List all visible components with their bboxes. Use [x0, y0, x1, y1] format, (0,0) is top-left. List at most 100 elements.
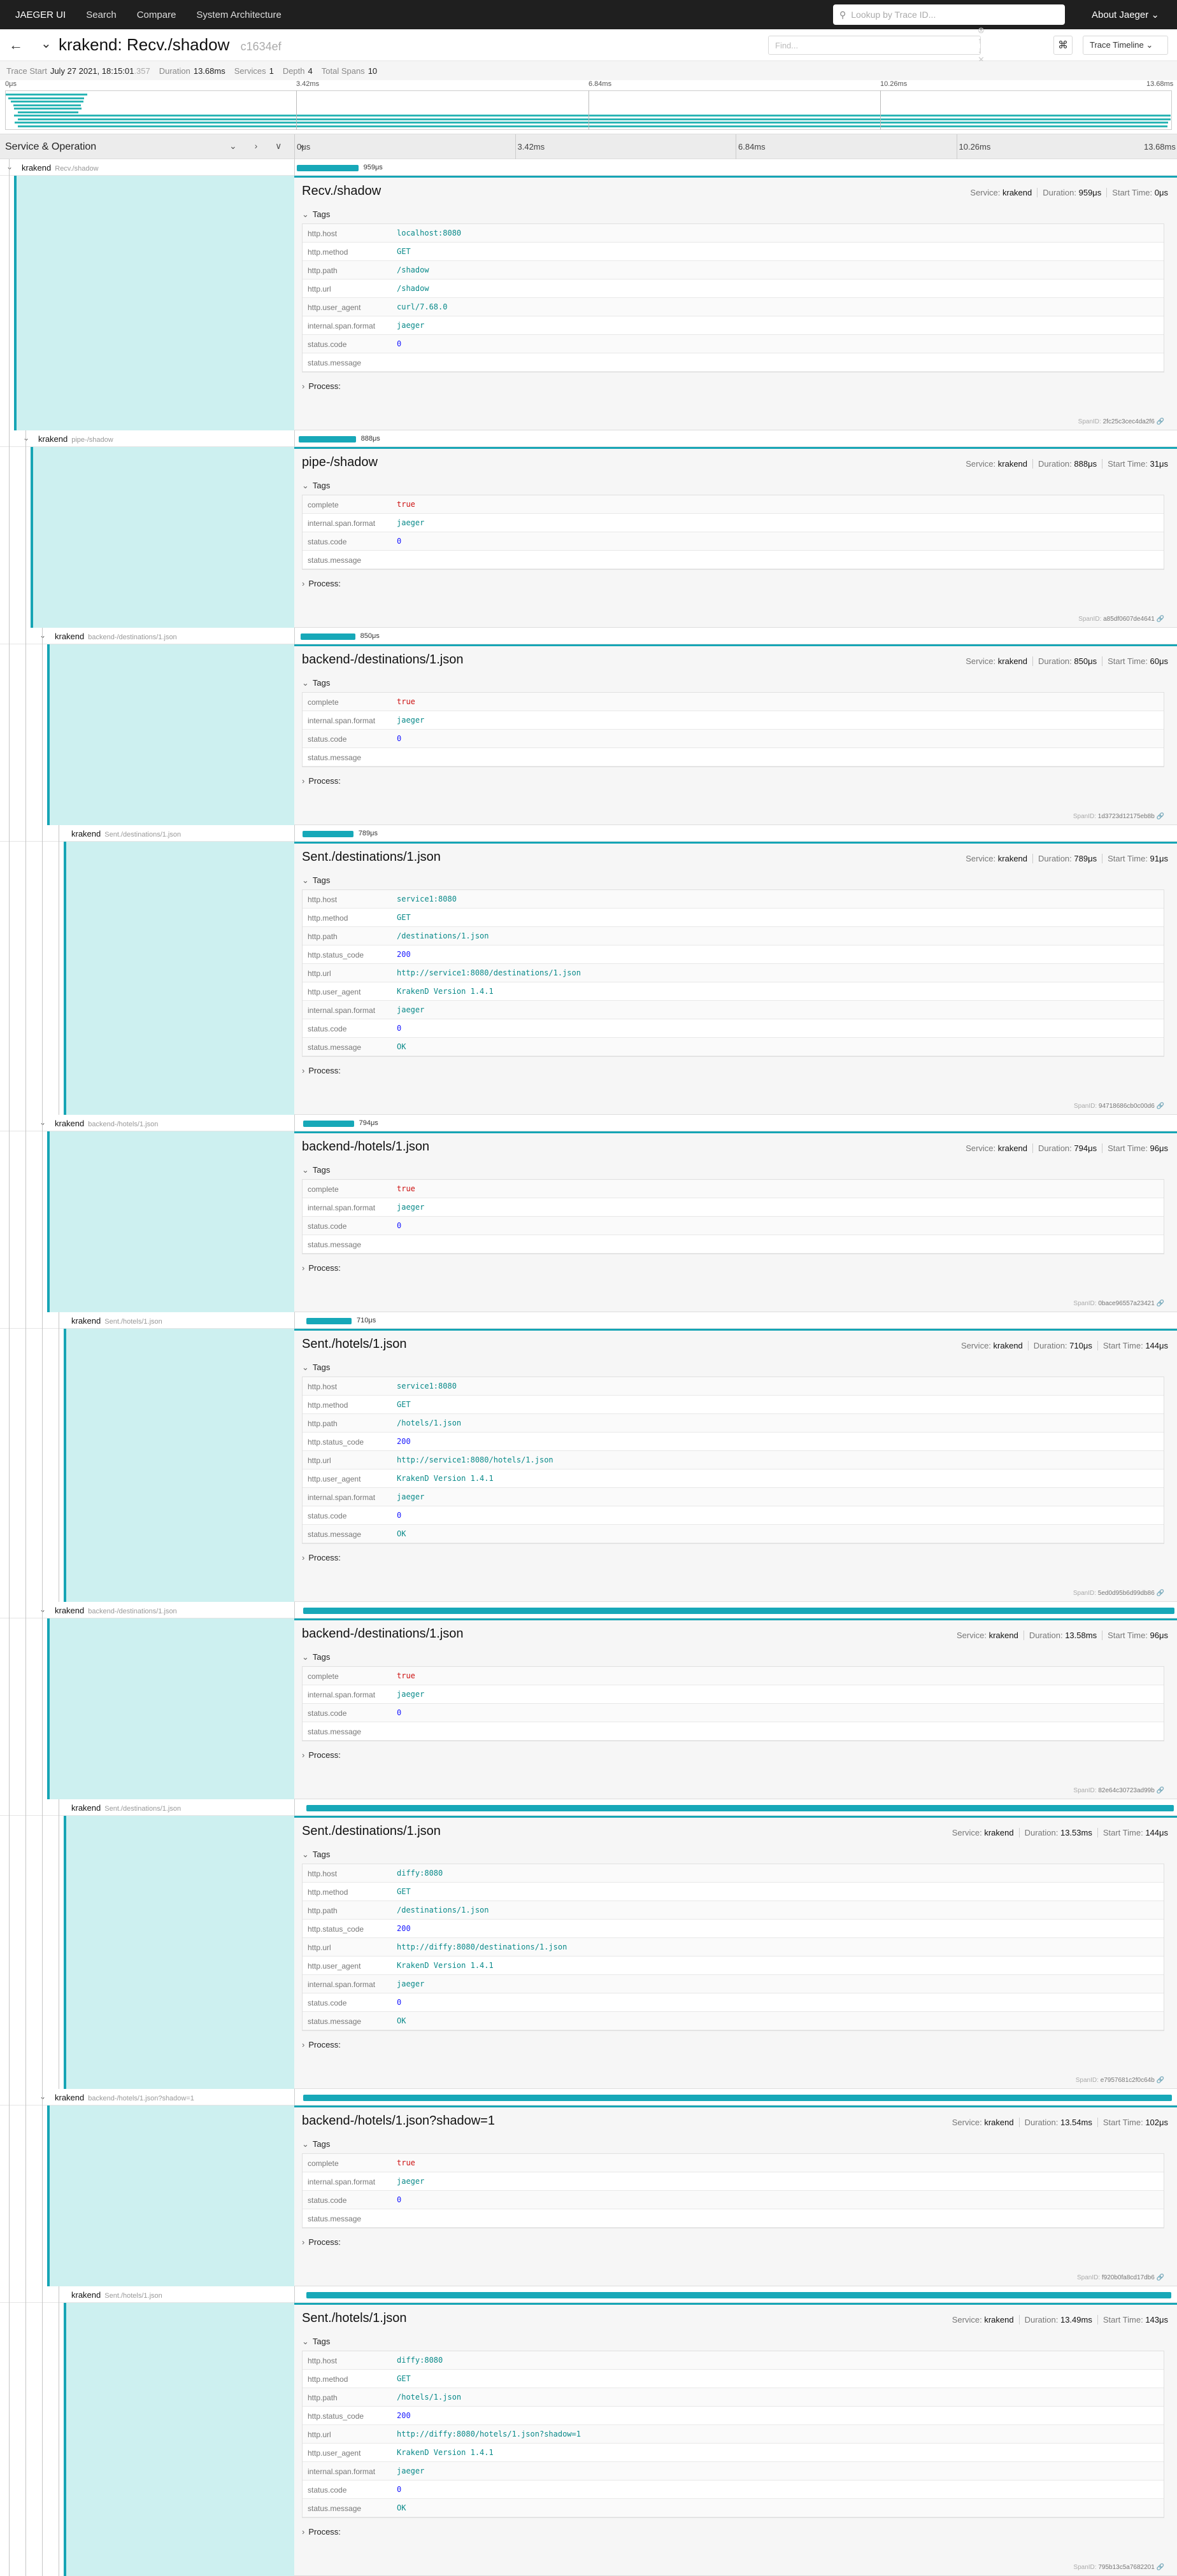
link-icon[interactable]: 🔗: [1155, 1787, 1164, 1794]
tags-section-toggle[interactable]: ⌄ Tags: [302, 1652, 330, 1662]
span-duration-bar[interactable]: [299, 436, 356, 442]
tag-row[interactable]: http.user_agent KrakenD Version 1.4.1: [303, 2444, 1164, 2462]
span-row-toggle-chevron-icon[interactable]: ⌄: [23, 434, 29, 442]
tag-row[interactable]: http.host service1:8080: [303, 890, 1164, 909]
span-row-name[interactable]: krakend backend-/destinations/1.json: [55, 1606, 177, 1615]
tags-section-toggle[interactable]: ⌄ Tags: [302, 209, 330, 220]
tag-row[interactable]: status.code 0: [303, 1993, 1164, 2012]
tag-row[interactable]: http.host diffy:8080: [303, 1864, 1164, 1883]
link-icon[interactable]: 🔗: [1155, 1103, 1164, 1110]
tag-row[interactable]: http.method GET: [303, 2370, 1164, 2388]
tag-row[interactable]: http.path/hotels/1.json: [303, 1414, 1164, 1433]
span-row[interactable]: ⌄ krakend Recv./shadow 959μs: [0, 159, 1177, 176]
tag-row[interactable]: status.message OK: [303, 2012, 1164, 2030]
tag-row[interactable]: status.message OK: [303, 1038, 1164, 1056]
brand-link[interactable]: JAEGER UI: [15, 10, 66, 20]
tag-row[interactable]: http.path/shadow: [303, 261, 1164, 280]
span-row-name[interactable]: krakend Sent./hotels/1.json: [71, 1316, 162, 1326]
tags-section-toggle[interactable]: ⌄ Tags: [302, 1850, 330, 1860]
tag-row[interactable]: http.status_code 200: [303, 1920, 1164, 1938]
process-section-toggle[interactable]: › Process:: [302, 381, 341, 391]
tags-section-toggle[interactable]: ⌄ Tags: [302, 481, 330, 491]
span-row[interactable]: ⌄ krakend backend-/hotels/1.json 794μs: [0, 1115, 1177, 1131]
span-duration-bar[interactable]: [303, 1121, 354, 1127]
span-row-name[interactable]: krakend backend-/hotels/1.json: [55, 1119, 158, 1128]
tags-section-toggle[interactable]: ⌄ Tags: [302, 875, 330, 886]
span-row[interactable]: krakend Sent./destinations/1.json: [0, 1799, 1177, 1816]
tag-row[interactable]: status.message: [303, 1722, 1164, 1741]
tags-section-toggle[interactable]: ⌄ Tags: [302, 2337, 330, 2347]
tag-row[interactable]: internal.span.format jaeger: [303, 1685, 1164, 1704]
span-row[interactable]: krakend Sent./destinations/1.json 789μs: [0, 825, 1177, 842]
span-duration-bar[interactable]: [306, 1318, 352, 1324]
tag-row[interactable]: http.method GET: [303, 1396, 1164, 1414]
span-row-name[interactable]: krakend pipe-/shadow: [38, 434, 113, 444]
about-jaeger-menu[interactable]: About Jaeger ⌄: [1092, 9, 1159, 20]
process-section-toggle[interactable]: › Process:: [302, 776, 341, 786]
back-arrow-icon[interactable]: ←: [9, 37, 23, 53]
span-duration-bar[interactable]: [303, 1608, 1174, 1614]
tag-row[interactable]: status.code 0: [303, 335, 1164, 353]
tag-row[interactable]: http.method GET: [303, 243, 1164, 261]
tag-row[interactable]: http.url http://diffy:8080/destinations/1…: [303, 1938, 1164, 1957]
tag-row[interactable]: http.url http://diffy:8080/hotels/1.json?…: [303, 2425, 1164, 2444]
tag-row[interactable]: status.message: [303, 2209, 1164, 2228]
tag-row[interactable]: http.user_agent KrakenD Version 1.4.1: [303, 1469, 1164, 1488]
span-row[interactable]: ⌄ krakend backend-/destinations/1.json 850μ…: [0, 628, 1177, 644]
tag-row[interactable]: http.method GET: [303, 909, 1164, 927]
tag-row[interactable]: internal.span.format jaeger: [303, 514, 1164, 532]
link-icon[interactable]: 🔗: [1155, 418, 1164, 425]
tag-row[interactable]: status.code 0: [303, 1019, 1164, 1038]
tag-row[interactable]: status.code 0: [303, 2480, 1164, 2499]
trace-id-lookup-input[interactable]: ⚲ Lookup by Trace ID...: [833, 4, 1065, 25]
tags-section-toggle[interactable]: ⌄ Tags: [302, 678, 330, 688]
process-section-toggle[interactable]: › Process:: [302, 579, 341, 588]
tag-row[interactable]: http.url http://service1:8080/hotels/1.js…: [303, 1451, 1164, 1469]
span-row[interactable]: ⌄ krakend backend-/destinations/1.json: [0, 1602, 1177, 1618]
tag-row[interactable]: http.host service1:8080: [303, 1377, 1164, 1396]
tag-row[interactable]: internal.span.format jaeger: [303, 1975, 1164, 1993]
process-section-toggle[interactable]: › Process:: [302, 2527, 341, 2537]
tag-row[interactable]: internal.span.format jaeger: [303, 711, 1164, 730]
tag-row[interactable]: http.user_agent KrakenD Version 1.4.1: [303, 1957, 1164, 1975]
process-section-toggle[interactable]: › Process:: [302, 2237, 341, 2247]
span-row-toggle-chevron-icon[interactable]: ⌄: [39, 2092, 46, 2101]
span-row-toggle-chevron-icon[interactable]: ⌄: [39, 1605, 46, 1614]
tag-row[interactable]: internal.span.format jaeger: [303, 2462, 1164, 2480]
span-duration-bar[interactable]: [303, 2095, 1173, 2101]
tag-row[interactable]: http.status_code 200: [303, 1433, 1164, 1451]
tag-row[interactable]: http.user_agent curl/7.68.0: [303, 298, 1164, 316]
span-row-toggle-chevron-icon[interactable]: ⌄: [39, 1118, 46, 1127]
span-duration-bar[interactable]: [306, 2292, 1172, 2298]
process-section-toggle[interactable]: › Process:: [302, 1066, 341, 1075]
tag-row[interactable]: complete true: [303, 1180, 1164, 1198]
tag-row[interactable]: internal.span.format jaeger: [303, 1001, 1164, 1019]
find-input[interactable]: Find... ⊗ ↑ ↓ ✕: [768, 25, 985, 64]
span-row-name[interactable]: krakend Sent./destinations/1.json: [71, 1803, 181, 1813]
process-section-toggle[interactable]: › Process:: [302, 1750, 341, 1760]
link-icon[interactable]: 🔗: [1155, 1590, 1164, 1597]
tag-row[interactable]: status.code 0: [303, 1217, 1164, 1235]
span-row-name[interactable]: krakend backend-/hotels/1.json?shadow=1: [55, 2093, 194, 2102]
tag-row[interactable]: internal.span.format jaeger: [303, 2172, 1164, 2191]
trace-minimap[interactable]: 0μs 3.42ms 6.84ms 10.26ms 13.68ms: [5, 80, 1173, 131]
span-row-name[interactable]: krakend Recv./shadow: [22, 163, 99, 173]
tag-row[interactable]: http.host diffy:8080: [303, 2351, 1164, 2370]
tags-section-toggle[interactable]: ⌄ Tags: [302, 1362, 330, 1373]
find-nav-icons[interactable]: ⊗ ↑ ↓ ✕: [978, 25, 985, 65]
span-row-name[interactable]: krakend Sent./destinations/1.json: [71, 829, 181, 839]
tag-row[interactable]: internal.span.format jaeger: [303, 1198, 1164, 1217]
span-row-name[interactable]: krakend backend-/destinations/1.json: [55, 632, 177, 641]
span-row[interactable]: krakend Sent./hotels/1.json: [0, 2286, 1177, 2303]
tag-row[interactable]: status.code 0: [303, 532, 1164, 551]
collapse-header-chevron-icon[interactable]: ⌄: [41, 36, 52, 52]
tag-row[interactable]: status.code 0: [303, 730, 1164, 748]
span-row[interactable]: krakend Sent./hotels/1.json 710μs: [0, 1312, 1177, 1329]
tag-row[interactable]: internal.span.format jaeger: [303, 1488, 1164, 1506]
tag-row[interactable]: http.path/hotels/1.json: [303, 2388, 1164, 2407]
link-icon[interactable]: 🔗: [1155, 2564, 1164, 2571]
tag-row[interactable]: status.message: [303, 1235, 1164, 1254]
tag-row[interactable]: http.url/shadow: [303, 280, 1164, 298]
link-icon[interactable]: 🔗: [1155, 2274, 1164, 2281]
link-icon[interactable]: 🔗: [1155, 616, 1164, 623]
